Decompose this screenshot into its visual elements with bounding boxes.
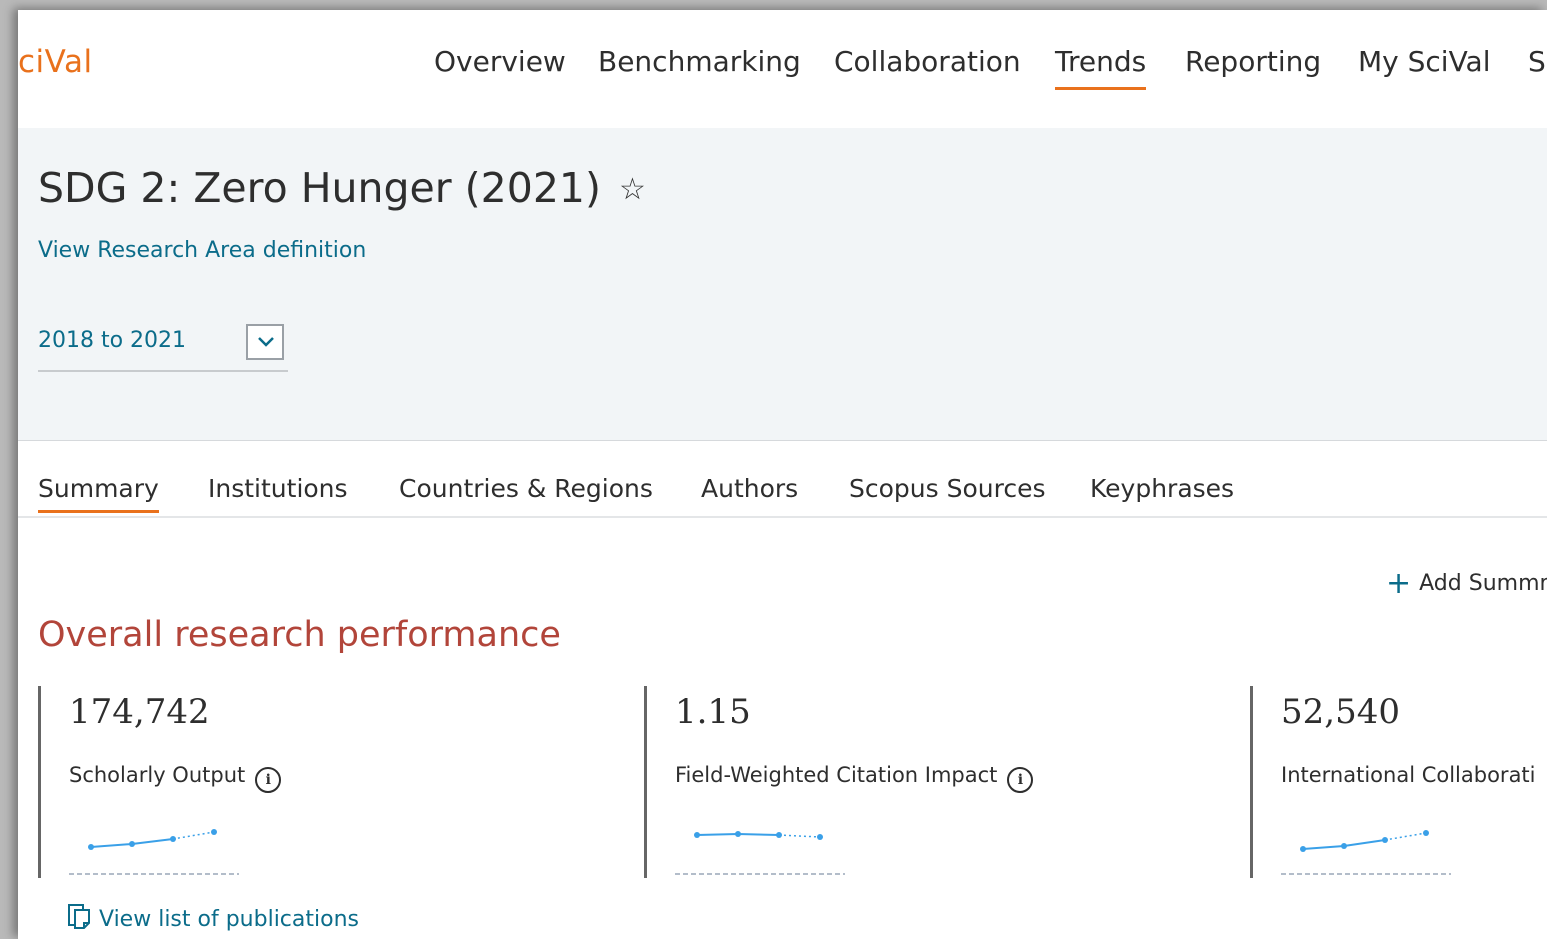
view-publications-label: View list of publications <box>99 907 359 932</box>
view-publications-link[interactable]: View list of publications <box>67 903 359 932</box>
view-definition-link[interactable]: View Research Area definition <box>38 238 366 263</box>
section-tabs: Summary Institutions Countries & Regions… <box>18 440 1547 518</box>
metric-international-collaboration: 52,540 International Collaborati <box>1250 686 1547 878</box>
plus-icon: + <box>1386 566 1412 601</box>
info-icon[interactable]: i <box>255 767 282 793</box>
nav-reporting[interactable]: Reporting <box>1185 45 1321 78</box>
metric-label: International Collaborati <box>1281 763 1536 787</box>
info-icon[interactable]: i <box>1007 767 1034 793</box>
nav-overview[interactable]: Overview <box>434 45 566 78</box>
date-range-select[interactable]: 2018 to 2021 <box>38 324 288 372</box>
nav-collaboration[interactable]: Collaboration <box>834 45 1021 78</box>
document-list-icon <box>68 904 90 929</box>
nav-benchmarking[interactable]: Benchmarking <box>598 45 801 78</box>
add-summary-button[interactable]: + Add Summm <box>1386 566 1547 601</box>
nav-my-scival[interactable]: My SciVal <box>1358 45 1491 78</box>
sparkline-chart <box>675 831 845 875</box>
metric-label: Field-Weighted Citation Impact i <box>675 763 1034 793</box>
metric-scholarly-output: 174,742 Scholarly Output i <box>38 686 601 878</box>
add-summary-label: Add Summm <box>1419 571 1547 596</box>
nav-truncated-item[interactable]: S <box>1528 45 1546 78</box>
app-window: ciVal Overview Benchmarking Collaboratio… <box>18 10 1547 939</box>
nav-trends[interactable]: Trends <box>1055 45 1147 90</box>
tab-institutions[interactable]: Institutions <box>208 474 348 503</box>
metric-value: 1.15 <box>675 692 751 732</box>
star-outline-icon[interactable]: ☆ <box>619 172 646 207</box>
tab-keyphrases[interactable]: Keyphrases <box>1090 474 1234 503</box>
metric-value: 52,540 <box>1281 692 1400 732</box>
scival-logo[interactable]: ciVal <box>18 44 93 80</box>
metric-value: 174,742 <box>69 692 210 732</box>
metric-fwci: 1.15 Field-Weighted Citation Impact i <box>644 686 1207 878</box>
sparkline-chart <box>1281 830 1451 875</box>
tab-scopus-sources[interactable]: Scopus Sources <box>849 474 1045 503</box>
sparkline-chart <box>69 829 239 875</box>
tab-countries-regions[interactable]: Countries & Regions <box>399 474 653 503</box>
metric-label: Scholarly Output i <box>69 763 282 793</box>
tab-summary[interactable]: Summary <box>38 474 159 513</box>
page-title: SDG 2: Zero Hunger (2021) <box>38 164 601 212</box>
date-range-value: 2018 to 2021 <box>38 328 187 353</box>
section-title: Overall research performance <box>38 615 561 655</box>
research-area-header: SDG 2: Zero Hunger (2021) ☆ View Researc… <box>18 128 1547 441</box>
tab-authors[interactable]: Authors <box>701 474 798 503</box>
top-navigation: ciVal Overview Benchmarking Collaboratio… <box>18 10 1547 128</box>
chevron-down-icon[interactable] <box>246 324 284 360</box>
